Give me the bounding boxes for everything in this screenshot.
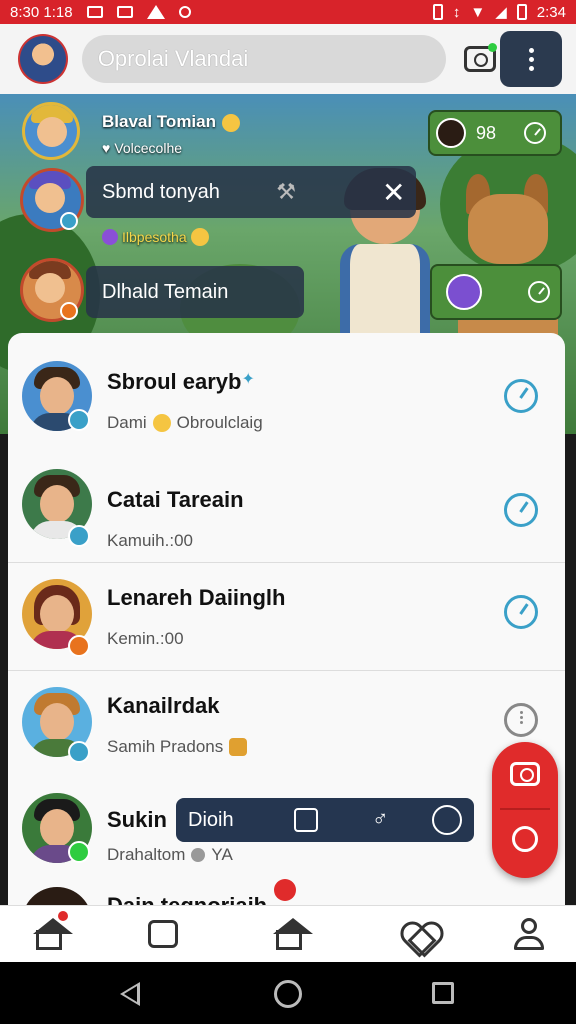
chat-icon[interactable]: [148, 920, 178, 948]
contact-name: Kanailrdak: [107, 693, 220, 718]
camera-icon[interactable]: [510, 762, 540, 786]
count-chip[interactable]: 98: [428, 110, 562, 156]
profile-icon[interactable]: [512, 918, 546, 952]
data-arrows-icon: ↕: [452, 3, 461, 21]
status-badge: [68, 841, 90, 863]
featured-chip-text: Sbmd tonyah: [102, 180, 220, 203]
chip-avatar: [436, 118, 466, 148]
message-icon: [116, 6, 133, 18]
status-time-left: 8:30 1:18: [10, 3, 73, 21]
featured-chip-text: Dlhald Temain: [102, 280, 229, 303]
fab-stack: [492, 742, 558, 878]
battery-icon: [516, 4, 527, 20]
gender-icon[interactable]: ♂: [372, 806, 389, 832]
contact-subtitle: Kamuih.:00: [107, 531, 193, 550]
home-circle-icon[interactable]: [274, 980, 302, 1008]
list-item[interactable]: Sbroul earyb✦ Dami Obroulclaig: [8, 333, 565, 441]
status-badge: [68, 525, 90, 547]
contact-subtitle-extra: Obroulclaig: [176, 413, 263, 432]
circle-icon: [178, 6, 191, 18]
compass-icon[interactable]: [504, 595, 538, 629]
featured-subtitle-text: Volcecolhe: [114, 140, 183, 156]
status-badge: [68, 741, 90, 763]
square-icon[interactable]: [294, 808, 318, 832]
heart-badge-icon: [274, 879, 296, 901]
wifi-icon: ▼: [470, 3, 486, 21]
camera-icon[interactable]: [464, 43, 498, 72]
contact-subtitle: Dami Obroulclaig: [107, 413, 263, 433]
app-bar: Oprolai Vlandai: [0, 24, 576, 94]
contact-name: Catai Tareain: [107, 487, 244, 512]
list-item[interactable]: Kanailrdak Samih Pradons: [8, 671, 565, 779]
compass-icon[interactable]: [504, 379, 538, 413]
status-badge: [68, 409, 90, 431]
sparkle-icon: ✦: [241, 371, 255, 388]
status-badge: [68, 635, 90, 657]
featured-chip[interactable]: Sbmd tonyah ⚒: [86, 166, 416, 218]
dot-icon: [191, 848, 206, 862]
contact-name: Lenareh Daiinglh: [107, 585, 286, 610]
timer-icon: [528, 281, 550, 303]
search-text: Oprolai Vlandai: [97, 46, 249, 71]
house-icon[interactable]: [273, 918, 313, 950]
purple-orb-icon: [446, 274, 482, 310]
contact-subtitle-text: Samih Pradons: [107, 737, 224, 756]
status-badge: [60, 212, 78, 230]
signal-icon: ◢: [495, 4, 507, 21]
profile-avatar[interactable]: [18, 34, 68, 84]
featured-row[interactable]: Blaval Tomian ♥ Volcecolhe 98: [0, 100, 576, 170]
notification-icon: [86, 6, 103, 18]
chip-count: 98: [476, 122, 497, 143]
alert-icon: [146, 5, 165, 19]
status-bar: 8:30 1:18 ↕ ▼ ◢ 2:34: [0, 0, 576, 24]
list-item[interactable]: Lenareh Daiinglh Kemin.:00: [8, 563, 565, 671]
list-item[interactable]: Catai Tareain Kamuih.:00: [8, 441, 565, 563]
coin-icon: [229, 738, 248, 756]
search-input[interactable]: Oprolai Vlandai: [81, 35, 447, 83]
contact-subtitle-text: Dami: [107, 413, 147, 432]
online-dot: [488, 43, 498, 52]
featured-row[interactable]: Dlhald Temain: [0, 258, 576, 328]
contact-subtitle-text: Drahaltom: [107, 845, 186, 864]
status-badge: [60, 302, 78, 320]
recents-icon[interactable]: [432, 982, 454, 1004]
status-time-right: 2:34: [536, 3, 566, 21]
smile-emoji-icon: [190, 228, 209, 246]
overlay-label: Dioih: [188, 808, 234, 831]
notification-dot: [58, 911, 68, 921]
cookie-emoji-icon: [152, 414, 171, 432]
contact-subtitle: Drahaltom YA: [107, 845, 233, 865]
more-icon[interactable]: [504, 703, 538, 737]
overlay-toolbar: Dioih ♂: [176, 798, 474, 842]
close-icon[interactable]: ✕: [382, 176, 405, 209]
featured-row[interactable]: Sbmd tonyah ⚒ ✕ Ilbpesotha: [0, 166, 576, 246]
featured-chip[interactable]: Dlhald Temain: [86, 266, 304, 318]
heart-icon[interactable]: [402, 918, 436, 952]
home-icon[interactable]: [33, 918, 73, 950]
system-nav: [0, 962, 576, 1024]
edit-icon[interactable]: [512, 826, 538, 852]
featured-avatar: [22, 102, 80, 160]
action-chip[interactable]: [430, 264, 562, 320]
compass-icon[interactable]: [504, 493, 538, 527]
bottom-nav: [0, 905, 576, 962]
shield-icon: ♥: [102, 140, 111, 156]
contact-subtitle-extra: YA: [211, 845, 233, 864]
hammer-icon[interactable]: ⚒: [276, 179, 296, 205]
featured-subtitle: ♥ Volcecolhe: [102, 140, 182, 156]
timer-icon: [524, 122, 547, 144]
vibrate-icon: [432, 4, 443, 20]
featured-subtitle: Ilbpesotha: [102, 228, 209, 246]
contact-subtitle: Kemin.:00: [107, 629, 184, 648]
smile-emoji-icon: [222, 114, 240, 132]
featured-subtitle-text: Ilbpesotha: [122, 229, 187, 245]
gem-icon: [102, 229, 118, 245]
back-icon[interactable]: [120, 982, 140, 1006]
more-vert-icon[interactable]: [500, 31, 562, 87]
contact-subtitle: Samih Pradons: [107, 737, 248, 757]
featured-name: Blaval Tomian: [102, 112, 216, 131]
contact-name: Sukin: [107, 807, 167, 832]
crosshair-icon[interactable]: [432, 805, 462, 835]
contact-name: Sbroul earyb✦: [107, 369, 255, 394]
